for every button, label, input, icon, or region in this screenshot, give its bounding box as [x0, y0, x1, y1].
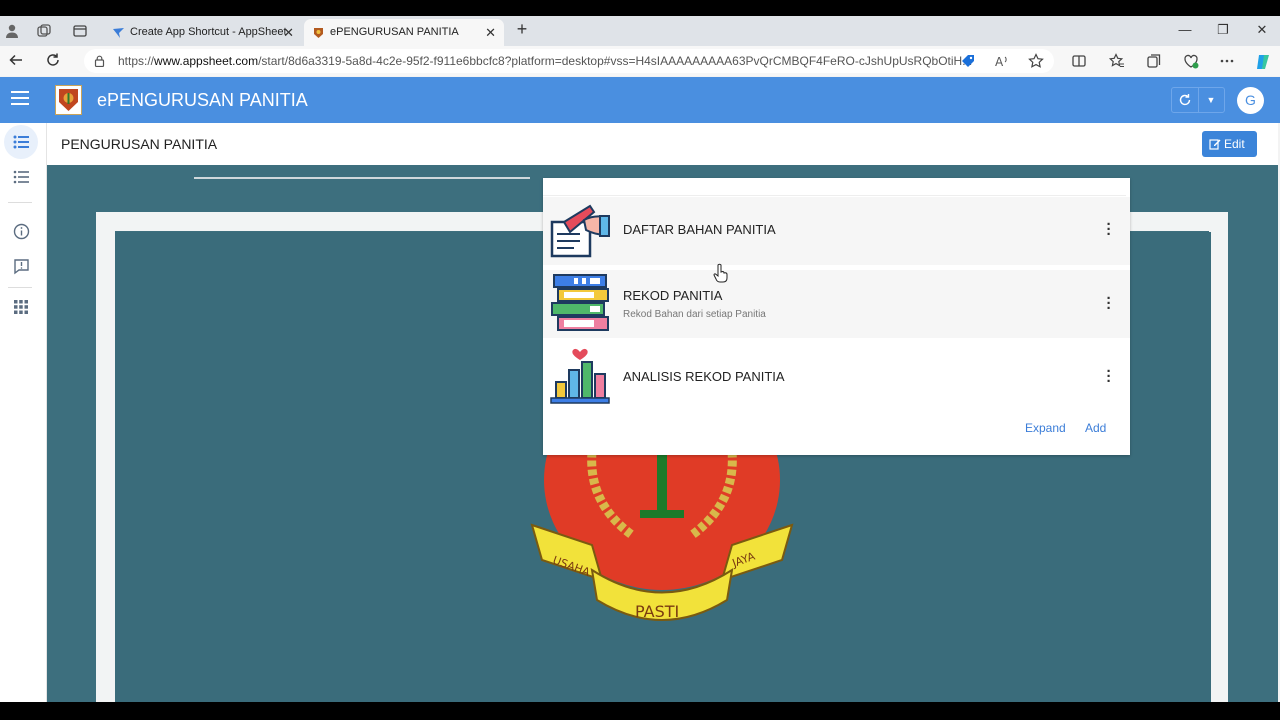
minimize-button[interactable]: —	[1175, 22, 1195, 37]
back-icon[interactable]	[7, 52, 25, 70]
row-title: REKOD PANITIA	[623, 288, 723, 303]
crest-text-pasti: PASTI	[635, 602, 679, 621]
url-host: www.appsheet.com	[154, 54, 259, 68]
url-field[interactable]: https://www.appsheet.com/start/8d6a3319-…	[84, 49, 1054, 73]
close-window-button[interactable]: ✕	[1252, 22, 1272, 38]
browser-essentials-icon[interactable]	[1182, 53, 1200, 72]
binders-stack-icon	[551, 274, 609, 331]
more-vert-icon[interactable]: · · ·	[1106, 291, 1112, 316]
tab-title: ePENGURUSAN PANITIA	[330, 26, 459, 38]
workspaces-icon[interactable]	[36, 23, 52, 39]
edit-button[interactable]: Edit	[1202, 131, 1257, 157]
list-item-rekod-panitia[interactable]: REKOD PANITIA Rekod Bahan dari setiap Pa…	[543, 270, 1130, 338]
url-path: /start/8d6a3319-5a8d-4c2e-95f2-f911e6bbc…	[258, 54, 973, 68]
page-title: PENGURUSAN PANITIA	[61, 136, 218, 152]
edit-label: Edit	[1224, 137, 1245, 151]
more-options-icon[interactable]	[1218, 53, 1236, 72]
sync-dropdown-icon[interactable]: ▼	[1198, 88, 1224, 112]
address-bar-row: https://www.appsheet.com/start/8d6a3319-…	[0, 46, 1280, 76]
sidebar	[0, 123, 47, 702]
list-item-analisis-rekod-panitia[interactable]: ANALISIS REKOD PANITIA · · ·	[543, 341, 1130, 409]
tab-epengurusan-panitia[interactable]: ePENGURUSAN PANITIA ✕	[304, 19, 504, 46]
add-button[interactable]: Add	[1085, 421, 1106, 435]
new-tab-button[interactable]: +	[512, 19, 532, 40]
info-icon[interactable]	[4, 215, 38, 249]
refresh-icon[interactable]	[44, 52, 62, 70]
favorite-star-icon[interactable]	[1027, 53, 1045, 72]
restore-button[interactable]: ❐	[1213, 22, 1233, 38]
close-tab-icon[interactable]: ✕	[283, 19, 294, 46]
bar-chart-heart-icon	[550, 348, 610, 404]
tab-title: Create App Shortcut - AppSheet	[130, 26, 287, 38]
apps-grid-icon[interactable]	[4, 290, 38, 324]
read-aloud-icon[interactable]: A	[993, 53, 1011, 72]
app-title: ePENGURUSAN PANITIA	[97, 90, 308, 110]
close-tab-icon[interactable]: ✕	[485, 19, 496, 46]
appsheet-favicon-icon	[113, 28, 124, 38]
row-title: ANALISIS REKOD PANITIA	[623, 369, 785, 384]
sync-icon[interactable]	[1172, 88, 1199, 112]
profile-icon[interactable]	[4, 23, 20, 39]
copilot-icon[interactable]	[1254, 53, 1272, 74]
more-vert-icon[interactable]: · · ·	[1106, 217, 1112, 242]
tab-create-app-shortcut[interactable]: Create App Shortcut - AppSheet ✕	[104, 19, 302, 46]
menu-card: DAFTAR BAHAN PANITIA · · · REKOD PANITIA R…	[543, 178, 1130, 455]
shopping-tag-icon[interactable]	[959, 53, 977, 72]
collections-icon[interactable]	[1145, 53, 1163, 72]
page-header: PENGURUSAN PANITIA Edit	[47, 123, 1278, 165]
tab-actions-icon[interactable]	[72, 23, 88, 39]
avatar[interactable]: G	[1237, 87, 1264, 114]
feedback-icon[interactable]	[4, 250, 38, 284]
expand-button[interactable]: Expand	[1025, 421, 1066, 435]
url-scheme: https://	[118, 54, 155, 68]
row-title: DAFTAR BAHAN PANITIA	[623, 222, 776, 237]
app-crest-favicon-icon	[314, 28, 323, 38]
hand-cursor-icon	[713, 263, 728, 283]
menu-icon[interactable]	[11, 91, 29, 105]
browser-window: Create App Shortcut - AppSheet ✕ ePENGUR…	[0, 16, 1280, 702]
document-signing-icon	[550, 204, 610, 258]
tab-bar: Create App Shortcut - AppSheet ✕ ePENGUR…	[0, 16, 1280, 46]
row-subtitle: Rekod Bahan dari setiap Panitia	[623, 309, 766, 320]
favorites-icon[interactable]	[1108, 53, 1126, 72]
app-logo	[55, 85, 82, 115]
split-screen-icon[interactable]	[1070, 53, 1088, 72]
app-header: ePENGURUSAN PANITIA ▼ G	[0, 77, 1280, 123]
edit-icon	[1209, 131, 1221, 159]
list-icon[interactable]	[4, 160, 38, 194]
sync-control: ▼	[1171, 87, 1225, 113]
lock-icon[interactable]	[94, 55, 105, 70]
list-item-daftar-bahan-panitia[interactable]: DAFTAR BAHAN PANITIA · · ·	[543, 197, 1130, 265]
svg-text:A: A	[995, 55, 1004, 69]
more-vert-icon[interactable]: · · ·	[1106, 364, 1112, 389]
list-view-icon[interactable]	[4, 125, 38, 159]
